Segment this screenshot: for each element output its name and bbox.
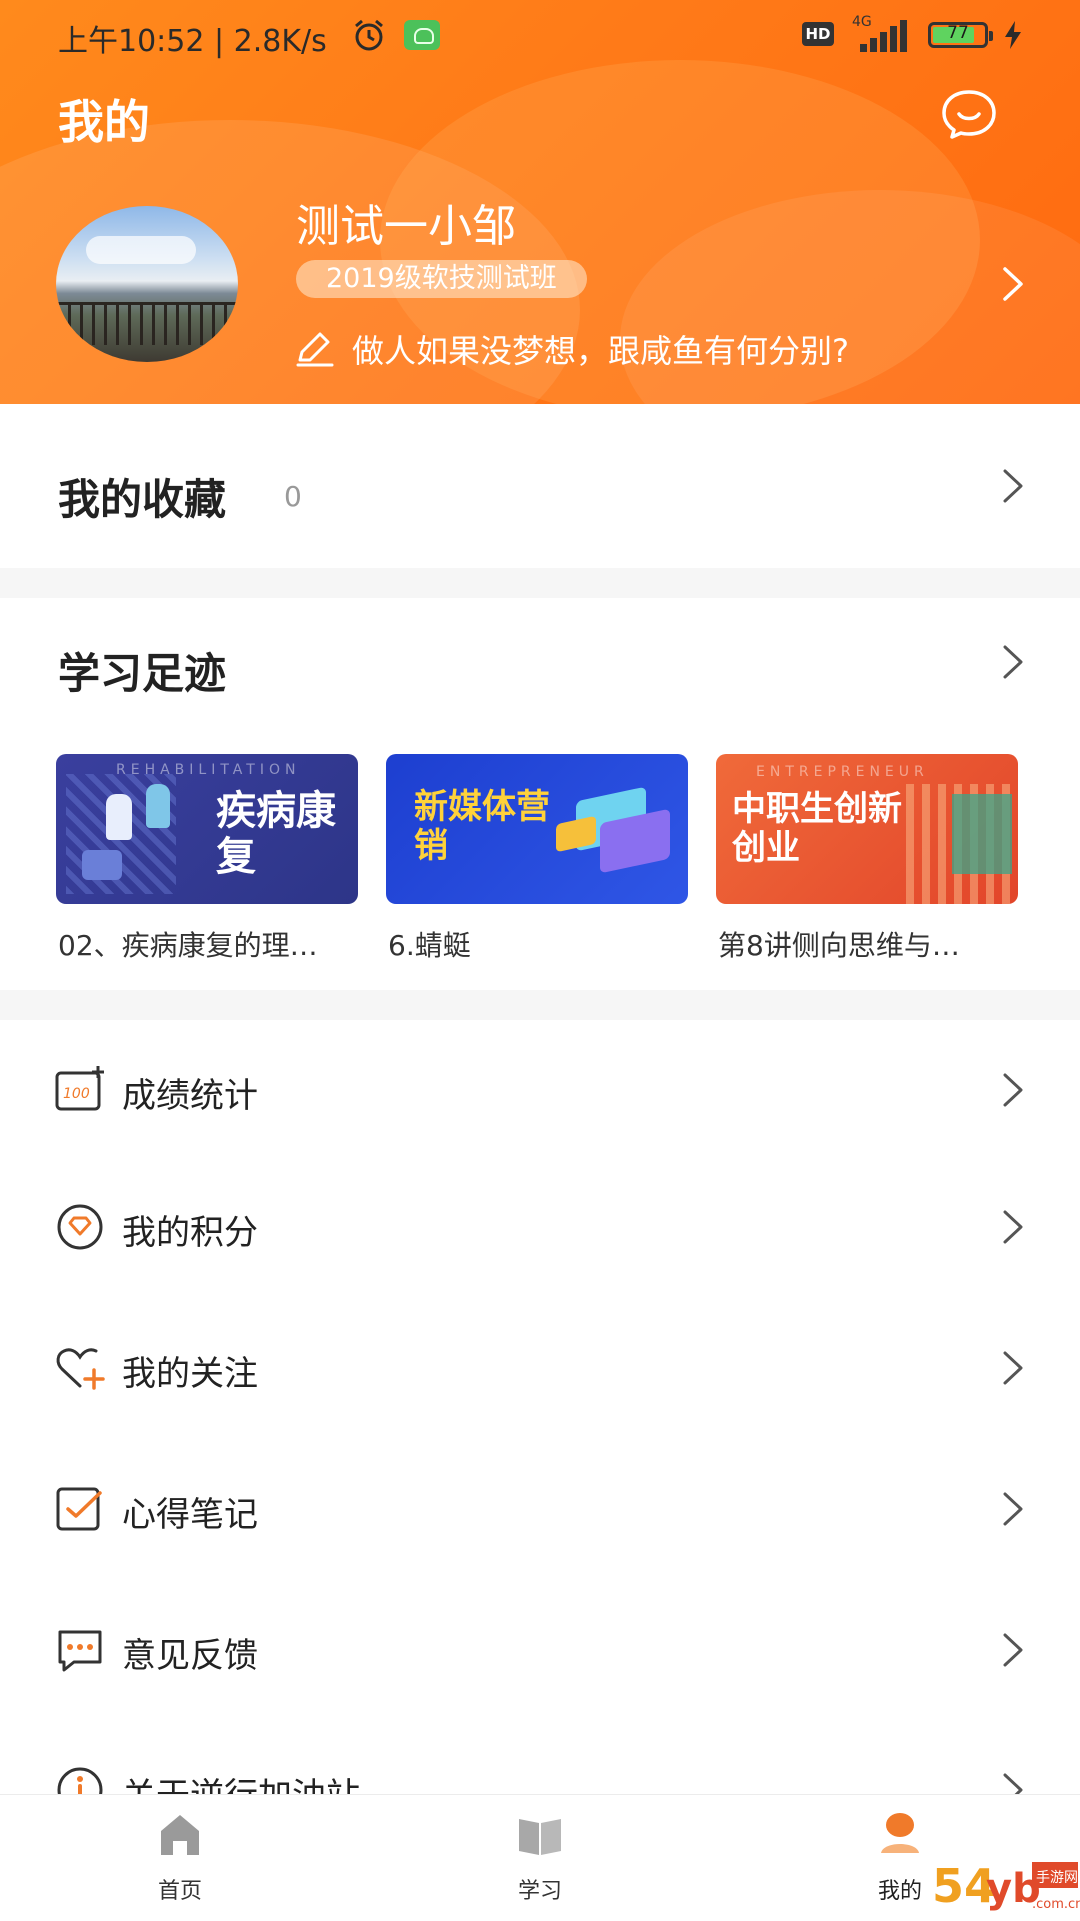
section-divider [0,568,1080,598]
course-card[interactable]: REHABILITATION 疾病康复 [56,754,358,904]
chevron-right-icon [1003,1210,1023,1244]
hd-badge: HD [802,22,834,46]
network-type: 4G [852,14,872,30]
tab-study[interactable]: 学习 [440,1795,640,1921]
signal-icon: 4G [846,14,912,54]
tab-label: 首页 [157,1879,202,1904]
chevron-right-icon [1003,1492,1023,1526]
menu-item-notes[interactable]: 心得笔记 [0,1439,1080,1579]
svg-text:.com.cn: .com.cn [1032,1897,1080,1912]
favorites-chevron-icon [1003,469,1023,503]
battery-icon: 77 [928,22,993,48]
favorites-title: 我的收藏 [58,475,227,524]
favorites-row[interactable]: 我的收藏 0 [0,404,1080,568]
user-motto[interactable]: 做人如果没梦想，跟咸鱼有何分别? [352,326,849,372]
menu-label: 心得笔记 [122,1495,258,1535]
section-divider [0,990,1080,1020]
home-icon [161,1815,199,1855]
edit-pencil-icon[interactable] [294,330,336,368]
app-notification-icon [404,20,440,50]
svg-text:手游网: 手游网 [1036,1870,1078,1886]
course-cover-text: 中职生创新创业 [732,789,902,869]
score-icon: 100 [55,1066,104,1111]
follow-icon [56,1348,105,1390]
course-label[interactable]: 第8讲侧向思维与… [718,924,1018,964]
course-card[interactable]: 新媒体营销 [386,754,688,904]
site-watermark-logo: 54 yb 手游网 .com.cn [928,1850,1080,1920]
svg-text:100: 100 [63,1086,90,1102]
feedback-icon [58,1630,102,1672]
course-label[interactable]: 6.蜻蜓 [388,924,688,964]
course-cover-sub: REHABILITATION [116,762,301,778]
tab-home[interactable]: 首页 [80,1795,280,1921]
menu-item-score-stats[interactable]: 100 成绩统计 [0,1020,1080,1160]
course-label[interactable]: 02、疾病康复的理… [58,924,358,964]
notes-icon [56,1487,102,1531]
menu-item-points[interactable]: 我的积分 [0,1157,1080,1297]
avatar[interactable] [56,206,238,362]
chevron-right-icon [1003,1633,1023,1667]
course-cover-text: 新媒体营销 [414,787,550,867]
menu-item-follow[interactable]: 我的关注 [0,1298,1080,1438]
bottom-tab-bar: 首页 学习 我的 [0,1794,1080,1921]
class-badge: 2019级软技测试班 [296,260,587,298]
menu-label: 意见反馈 [122,1636,258,1676]
menu-label: 成绩统计 [122,1076,258,1116]
status-bar: 上午10:52 | 2.8K/s HD 4G 77 [0,0,1080,70]
page-title: 我的 [58,95,150,149]
chevron-right-icon [1003,1073,1023,1107]
status-time-speed: 上午10:52 | 2.8K/s [58,24,327,59]
footprints-title: 学习足迹 [58,649,227,698]
menu-label: 我的积分 [122,1213,258,1253]
book-icon [519,1819,561,1855]
tab-label: 学习 [517,1879,562,1904]
profile-icon [881,1813,919,1853]
course-cover-sub: ENTREPRENEUR [756,764,929,780]
user-name: 测试一小邹 [296,201,516,252]
settings-menu: 100 成绩统计 我的积分 我的关注 心得笔记 意见反馈 [0,1020,1080,1816]
message-icon[interactable] [940,88,998,140]
battery-level: 77 [947,23,969,43]
learning-footprints-section: 学习足迹 REHABILITATION 疾病康复 02、疾病康复的理… 新媒体营… [0,598,1080,990]
alarm-icon [355,19,383,51]
course-card[interactable]: ENTREPRENEUR 中职生创新创业 [716,754,1018,904]
footprints-chevron-icon[interactable] [998,642,1028,682]
chevron-right-icon [1003,1351,1023,1385]
favorites-count: 0 [284,480,302,513]
menu-label: 我的关注 [122,1354,258,1394]
profile-detail-chevron-icon[interactable] [998,264,1028,304]
menu-item-feedback[interactable]: 意见反馈 [0,1580,1080,1720]
charging-icon [1005,21,1021,49]
profile-header: 上午10:52 | 2.8K/s HD 4G 77 我的 测试一小邹 2019级… [0,0,1080,404]
course-cover-text: 疾病康复 [216,788,336,880]
points-icon [57,1204,103,1250]
